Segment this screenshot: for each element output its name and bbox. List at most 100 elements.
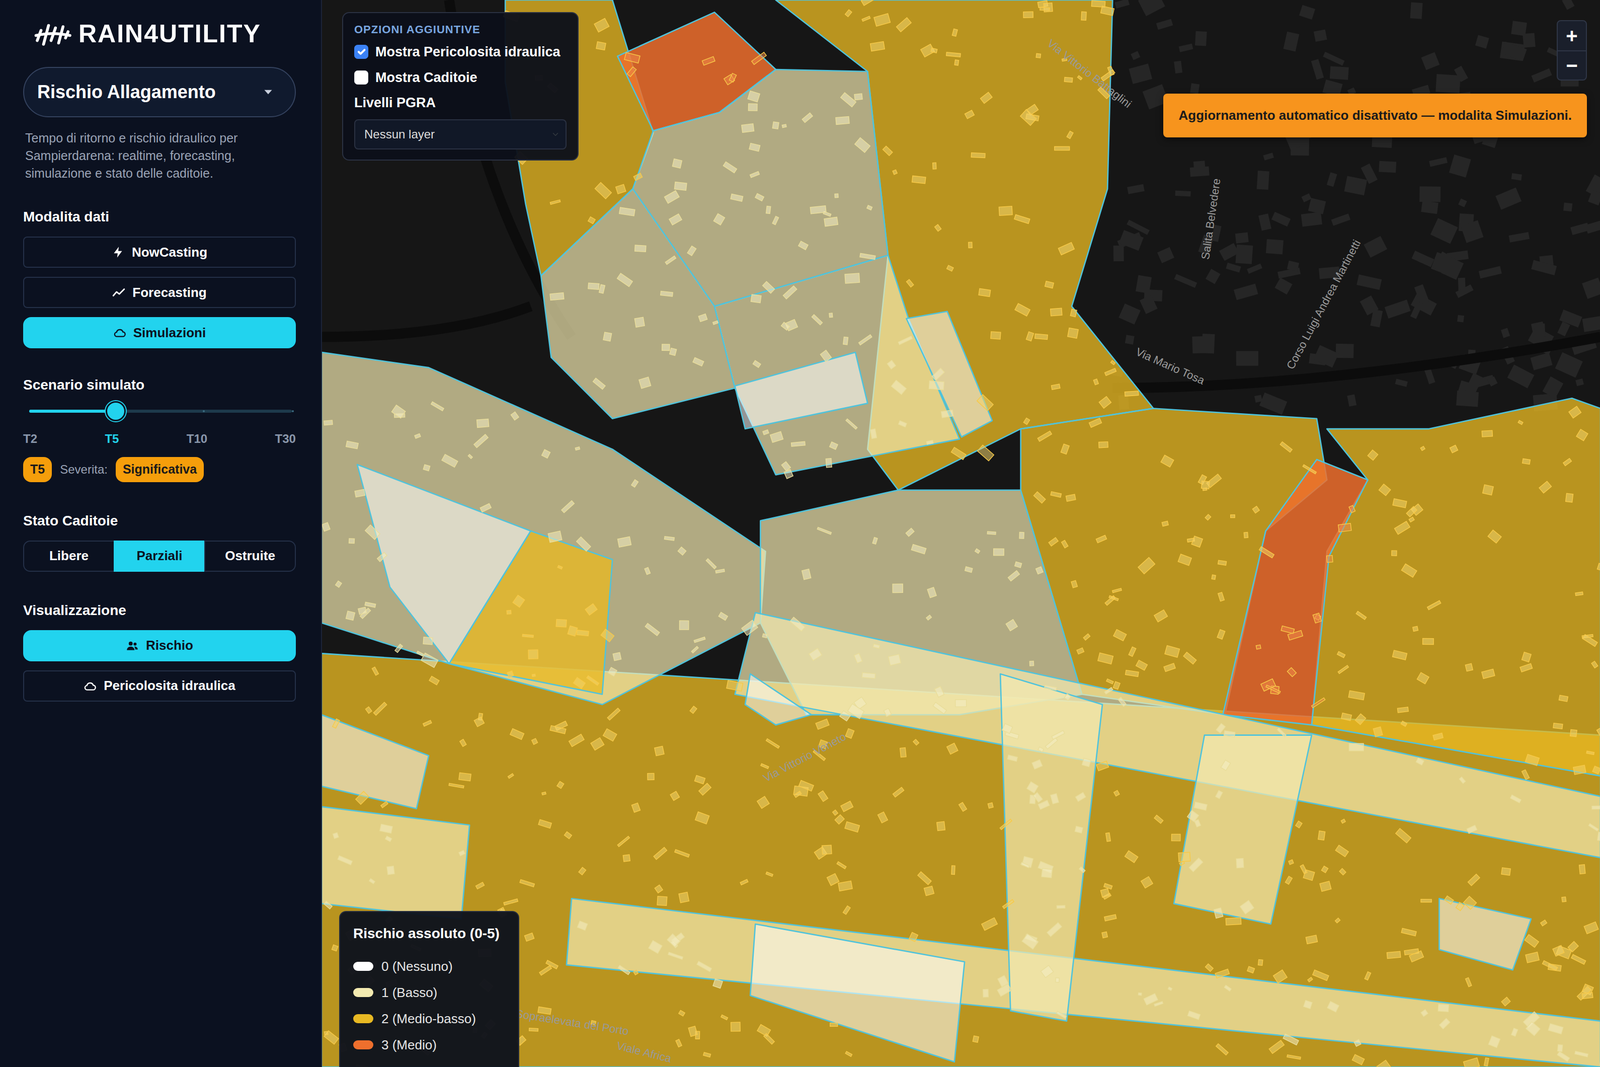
logo-icon (33, 21, 72, 47)
cloud-icon (113, 326, 127, 340)
risk-zone (735, 612, 1600, 858)
legend-label: 2 (Medio-basso) (381, 1008, 476, 1029)
street-label: Viale Africa (615, 1038, 673, 1065)
legend-title: Rischio assoluto (0-5) (353, 922, 506, 944)
option-label: Mostra Caditoie (375, 67, 478, 89)
legend-swatch (353, 987, 374, 997)
option-label: Mostra Pericolosita idraulica (375, 41, 561, 63)
legend-label: 1 (Basso) (381, 982, 438, 1003)
slider-fill (29, 409, 116, 413)
city-blocks (1110, 0, 1600, 415)
risk-zone (1000, 673, 1103, 1021)
drain-state-label: Libere (49, 545, 89, 566)
option-checkbox[interactable] (354, 70, 369, 85)
risk-zone (322, 806, 470, 919)
risk-zone (322, 352, 766, 705)
legend-label: 3 (Medio) (381, 1034, 437, 1055)
tick-label[interactable]: T5 (104, 429, 119, 448)
scenario-ticks: T2 T5 T10 T30 (23, 429, 296, 448)
pgra-select[interactable]: Nessun layer (354, 119, 567, 150)
scenario-badge: T5 (23, 456, 52, 483)
option-checkbox[interactable] (354, 44, 369, 59)
pgra-label: Livelli PGRA (354, 92, 567, 114)
legend-item: 2 (Medio-basso) (353, 1005, 506, 1032)
severity-label: Severita: (59, 460, 108, 479)
drains-toggle: Libere Parziali Ostruite (23, 540, 296, 572)
tick-label[interactable]: T2 (23, 429, 38, 448)
risk-zone (1438, 898, 1532, 970)
people-icon (125, 638, 139, 653)
drains-heading: Stato Caditoie (23, 510, 296, 532)
risk-zone (745, 673, 812, 725)
risk-zone (566, 898, 1600, 1067)
zoom-in-button[interactable]: + (1557, 21, 1586, 51)
app: RAIN4UTILITY Rischio Allagamento Tempo di … (0, 0, 1600, 1067)
bolt-icon (111, 245, 125, 259)
options-panel: OPZIONI AGGIUNTIVEMostra Pericolosita id… (342, 12, 579, 161)
building-footprints (322, 0, 1600, 1067)
legend-swatch (353, 1013, 374, 1023)
zoom-out-button[interactable]: − (1557, 50, 1586, 80)
option-row[interactable]: Mostra Pericolosita idraulica (354, 41, 567, 63)
view-section: Visualizzazione Rischio Pericolosita idrau… (23, 599, 296, 702)
mode-label: Simulazioni (133, 323, 206, 343)
view-list: Rischio Pericolosita idraulica (23, 629, 296, 702)
map[interactable]: Via Vittorio Veneto Via Mario Tosa Corso L… (322, 0, 1600, 1067)
mode-list: NowCasting Forecasting Simulazioni (23, 236, 296, 349)
drain-state-button[interactable]: Ostruite (204, 540, 296, 572)
risk-zone (714, 255, 960, 475)
scenario-heading: Scenario simulato (23, 374, 296, 396)
view-heading: Visualizzazione (23, 599, 296, 621)
risk-zone (1222, 459, 1368, 725)
risk-zone (449, 530, 613, 695)
risk-zones (322, 0, 1600, 1067)
view-label: Rischio (145, 635, 194, 656)
legend-swatch (353, 1040, 374, 1050)
logo-text: RAIN4UTILITY (78, 20, 262, 48)
severity-badge: Significativa (115, 456, 204, 483)
legend: Rischio assoluto (0-5) 0 (Nessuno) 1 (Bass… (339, 910, 520, 1067)
caret-icon (261, 85, 275, 99)
trend-icon (112, 285, 126, 299)
mode-label: Forecasting (132, 282, 207, 303)
description: Tempo di ritorno e rischio idraulico per… (23, 129, 296, 183)
mode-button[interactable]: Forecasting (23, 276, 296, 308)
street-label: Sopraelevata del Porto (514, 1006, 630, 1037)
view-button[interactable]: Pericolosita idraulica (23, 670, 296, 702)
sidebar: RAIN4UTILITY Rischio Allagamento Tempo di … (0, 0, 323, 1067)
option-row[interactable]: Mostra Caditoie (354, 67, 567, 89)
view-button[interactable]: Rischio (23, 629, 296, 662)
drain-state-label: Parziali (136, 545, 183, 566)
status-toast: Aggiornamento automatico disattivato — m… (1163, 93, 1587, 138)
legend-item: 3 (Medio) (353, 1031, 506, 1058)
risk-zone (735, 352, 868, 429)
legend-item: 0 (Nessuno) (353, 952, 506, 980)
tick-label[interactable]: T30 (275, 429, 296, 448)
tick-label[interactable]: T10 (186, 429, 208, 448)
map-background (322, 0, 1600, 1067)
slider-thumb[interactable] (105, 401, 126, 422)
dropdown-value: Rischio Allagamento (37, 78, 216, 106)
legend-swatch (353, 961, 374, 971)
street-label: Via Vittorio Veneto (761, 730, 849, 785)
slider-tick (291, 410, 294, 413)
risk-zone (1311, 397, 1600, 776)
zoom-control: +− (1556, 20, 1587, 81)
slider-tick (202, 410, 205, 413)
view-label: Pericolosita idraulica (103, 675, 236, 696)
street-label: Via Vittorio Battaglini (1045, 36, 1135, 111)
street-label: Via Mario Tosa (1134, 345, 1208, 387)
layer-dropdown[interactable]: Rischio Allagamento (23, 66, 296, 118)
risk-zone (1173, 735, 1312, 924)
street-label: Corso Luigi Andrea Martinetti (1284, 237, 1364, 372)
street-label: Salita Belvedere (1198, 177, 1223, 261)
logo: RAIN4UTILITY (23, 20, 296, 48)
drains-section: Stato Caditoie Libere Parziali Ostruite (23, 510, 296, 572)
legend-label: 0 (Nessuno) (381, 956, 453, 977)
mode-label: NowCasting (131, 242, 208, 263)
drain-state-button[interactable]: Libere (23, 540, 115, 572)
mode-button[interactable]: NowCasting (23, 236, 296, 268)
mode-button[interactable]: Simulazioni (23, 316, 296, 349)
drain-state-button[interactable]: Parziali (113, 540, 206, 572)
scenario-slider[interactable] (29, 409, 292, 413)
